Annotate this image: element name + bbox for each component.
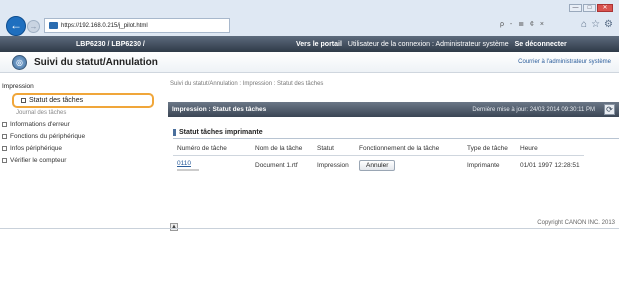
page-titlebar: ◎ Suivi du statut/Annulation Courrier à … xyxy=(0,52,619,73)
table-row: 0110 Document 1.rtf Impression Annuler I… xyxy=(173,156,584,176)
device-name: LBP6230 / LBP6230 / xyxy=(76,40,145,48)
bullet-icon xyxy=(2,146,7,151)
bullet-icon xyxy=(2,134,7,139)
address-controls[interactable]: ρ - ≣ ¢ × xyxy=(500,20,546,28)
last-update: Dernière mise à jour: 24/03 2014 09:30:1… xyxy=(472,106,595,113)
job-table: Numéro de tâche Nom de la tâche Statut F… xyxy=(173,142,584,175)
window-controls: — □ ✕ xyxy=(569,4,613,12)
sidebar-section-impression[interactable]: Impression xyxy=(2,83,34,90)
col-header: Fonctionnement de la tâche xyxy=(355,142,463,156)
address-text[interactable]: https://192.168.0.215/j_pilot.html xyxy=(61,23,148,29)
logout-link[interactable]: Se déconnecter xyxy=(515,41,567,48)
bullet-icon xyxy=(21,98,26,103)
sidebar-item-erreur[interactable]: Informations d'erreur xyxy=(2,121,70,128)
maximize-button[interactable]: □ xyxy=(583,4,596,12)
bullet-icon xyxy=(2,122,7,127)
job-name-cell: Document 1.rtf xyxy=(255,162,298,169)
job-type-cell: Imprimante xyxy=(467,162,500,169)
section-heading: Statut tâches imprimante xyxy=(173,129,263,136)
sidebar-item-fonctions[interactable]: Fonctions du périphérique xyxy=(2,133,85,140)
sidebar: Impression Statut des tâches Journal des… xyxy=(0,75,157,215)
col-header: Type de tâche xyxy=(463,142,516,156)
refresh-icon[interactable]: ⟳ xyxy=(604,104,615,115)
portal-link[interactable]: Vers le portail xyxy=(296,41,342,48)
sidebar-item-label: Infos périphérique xyxy=(10,145,63,152)
browser-navbar: ← → https://192.168.0.215/j_pilot.html ρ… xyxy=(0,16,619,36)
job-number-link[interactable]: 0110 xyxy=(177,160,191,167)
favorites-star-icon[interactable]: ☆ xyxy=(591,19,600,30)
home-icon[interactable]: ⌂ xyxy=(581,19,587,30)
page-title: Suivi du statut/Annulation xyxy=(34,57,158,68)
col-header: Heure xyxy=(516,142,584,156)
table-header-row: Numéro de tâche Nom de la tâche Statut F… xyxy=(173,142,584,156)
action-cell: Annuler xyxy=(355,156,463,176)
sidebar-item-label: Informations d'erreur xyxy=(10,121,70,128)
sidebar-item-statut-taches[interactable]: Statut des tâches xyxy=(12,93,154,108)
sidebar-item-label: Vérifier le compteur xyxy=(10,157,67,164)
admin-mail-link[interactable]: Courrier à l'administrateur système xyxy=(518,59,611,65)
forward-button[interactable]: → xyxy=(27,20,40,33)
breadcrumb: Suivi du statut/Annulation : Impression … xyxy=(170,81,324,87)
col-header: Nom de la tâche xyxy=(251,142,313,156)
cancel-button[interactable]: Annuler xyxy=(359,160,396,171)
sidebar-item-label: Fonctions du périphérique xyxy=(10,133,86,140)
sidebar-item-infos[interactable]: Infos périphérique xyxy=(2,145,62,152)
status-title: Impression : Statut des tâches xyxy=(172,106,267,113)
main-content: Suivi du statut/Annulation : Impression … xyxy=(168,75,619,231)
app-header: LBP6230 / LBP6230 / Vers le portail Util… xyxy=(0,36,619,52)
site-favicon-icon xyxy=(49,22,58,29)
status-monitor-icon: ◎ xyxy=(12,55,27,70)
col-header: Statut xyxy=(313,142,355,156)
login-user: Utilisateur de la connexion : Administra… xyxy=(347,40,509,48)
status-cell: Impression xyxy=(317,162,349,169)
status-header-bar: Impression : Statut des tâches Dernière … xyxy=(168,102,619,117)
sidebar-item-compteur[interactable]: Vérifier le compteur xyxy=(2,157,66,164)
footer-divider xyxy=(0,228,619,229)
settings-gear-icon[interactable]: ⚙ xyxy=(604,19,613,30)
scroll-top-icon[interactable]: ▲ xyxy=(170,223,178,231)
job-number-underline xyxy=(177,169,199,171)
divider xyxy=(173,138,619,139)
bullet-icon xyxy=(2,158,7,163)
sidebar-item-label: Statut des tâches xyxy=(29,97,84,104)
header-links: Vers le portail Utilisateur de la connex… xyxy=(296,41,567,48)
copyright: Copyright CANON INC. 2013 xyxy=(537,220,615,226)
address-bar[interactable]: https://192.168.0.215/j_pilot.html xyxy=(44,18,230,33)
time-cell: 01/01 1997 12:28:51 xyxy=(520,162,580,169)
col-header: Numéro de tâche xyxy=(173,142,251,156)
browser-toolbar-icons: ⌂ ☆ ⚙ xyxy=(581,19,613,30)
minimize-button[interactable]: — xyxy=(569,4,582,12)
sidebar-item-journal[interactable]: Journal des tâches xyxy=(16,110,66,116)
back-button[interactable]: ← xyxy=(6,16,26,36)
job-number-cell[interactable]: 0110 xyxy=(173,156,251,176)
close-button[interactable]: ✕ xyxy=(597,4,613,12)
